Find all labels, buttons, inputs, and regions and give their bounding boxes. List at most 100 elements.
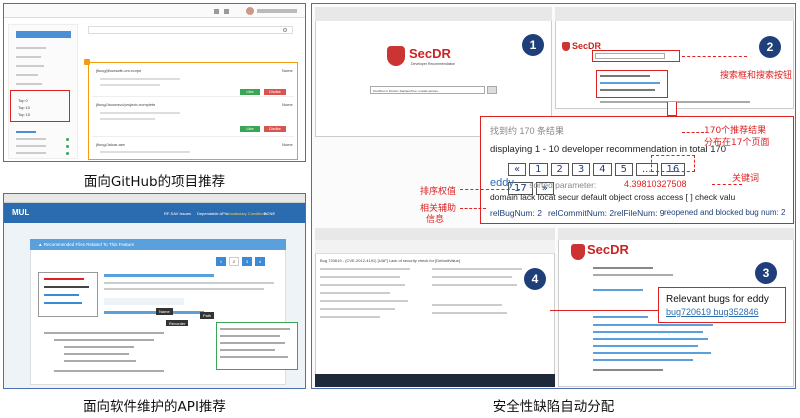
browser-chrome [315, 228, 555, 240]
page-prev[interactable]: « [508, 163, 527, 176]
annotation-keywords: 关键词 [732, 174, 760, 184]
banner: ▲ Recommended Files Related To This Feat… [30, 239, 286, 250]
tree-line [44, 278, 84, 280]
detail-line [220, 335, 280, 337]
project-card-title[interactable]: jfloog/jfloorsafe-om-norpe [96, 68, 141, 73]
sidebar-item-top15[interactable]: Top 15 [18, 112, 30, 117]
stat-rel-file: relFileNum: 9 [614, 208, 665, 218]
developer-name[interactable]: eddy [490, 177, 514, 189]
secdr-brand: SecDR [409, 46, 451, 61]
bug-field [432, 284, 517, 286]
annotation-arrow [460, 189, 520, 190]
nav-item[interactable]: RF-SAV Issues [164, 211, 191, 216]
caption-security: 安全性缺陷自动分配 [492, 399, 615, 415]
like-button[interactable]: Like [240, 126, 260, 132]
search-input-small[interactable] [595, 53, 665, 59]
project-card-tag: Nome [282, 142, 293, 147]
page-5[interactable]: 5 [614, 163, 633, 176]
link-line[interactable] [593, 359, 693, 361]
code-row [104, 288, 264, 290]
dislike-button[interactable]: Dislike [264, 126, 286, 132]
app-logo: MUL [12, 208, 30, 217]
avatar[interactable] [246, 7, 254, 15]
link-line[interactable] [593, 345, 698, 347]
relevant-bugs-box [658, 287, 786, 323]
annotation-arrow [460, 208, 486, 209]
stat-rel-commit: relCommitNum: 2 [548, 208, 615, 218]
detail-line [220, 356, 288, 358]
code-row[interactable] [104, 311, 204, 314]
project-card-title[interactable]: jfloog/Jalcar-aen [96, 142, 125, 147]
divider [92, 96, 294, 97]
secdr-panel: SecDR Developer Recommendation OneShot i… [311, 3, 796, 389]
code-row [104, 282, 274, 284]
bug-field [320, 308, 395, 310]
search-icon[interactable] [283, 28, 287, 32]
detail-line [220, 349, 275, 351]
code-row[interactable] [104, 274, 214, 277]
nav-item[interactable]: BCNE [264, 211, 275, 216]
dislike-button[interactable]: Dislike [264, 89, 286, 95]
sidebar-primary-button[interactable] [16, 31, 71, 38]
link-line[interactable] [593, 352, 711, 354]
link-line[interactable] [593, 316, 648, 318]
relevant-bugs-links[interactable]: bug720619 bug352846 [666, 307, 759, 317]
sidebar-item-top10[interactable]: Top 10 [18, 105, 30, 110]
page-button[interactable]: 2 [229, 257, 239, 266]
sorted-param-value: 4.39810327508 [624, 179, 687, 189]
nav-item[interactable]: Dependable APIs [197, 211, 228, 216]
step-1-badge: 1 [522, 34, 544, 56]
page-1[interactable]: 1 [529, 163, 548, 176]
code-row [104, 298, 184, 305]
annotation-arrow [682, 132, 704, 133]
project-card-title[interactable]: jfloog/Jsoonsvc/projectr-ecmplete [96, 102, 155, 107]
tree-line [44, 286, 89, 288]
code-line [44, 332, 164, 334]
page-3[interactable]: 3 [571, 163, 591, 176]
bug-title: Bug 720619 - (CVE-2012-4191) [UAF] Lack … [320, 258, 460, 263]
browser-chrome [555, 7, 794, 21]
page-4[interactable]: 4 [593, 163, 612, 176]
page-button[interactable]: 4 [255, 257, 265, 266]
dev-line [593, 289, 643, 291]
sorted-param-label: - sorted parameter: [524, 180, 597, 190]
detail-line [220, 342, 285, 344]
code-line [54, 339, 154, 341]
sidebar-line [16, 83, 42, 85]
bug-field [432, 304, 502, 306]
link-line[interactable] [593, 338, 708, 340]
search-bar[interactable] [88, 26, 293, 34]
like-button[interactable]: Like [240, 89, 260, 95]
result-line [600, 82, 660, 84]
sidebar-item-top0[interactable]: Top 0 [18, 98, 28, 103]
bug-field [320, 276, 400, 278]
sidebar-line [16, 56, 41, 58]
project-desc [100, 118, 155, 120]
link-line[interactable] [593, 324, 713, 326]
topbar-icon[interactable] [214, 9, 219, 14]
displaying-text: displaying 1 - 10 developer recommendati… [490, 144, 727, 155]
search-button[interactable] [487, 86, 497, 94]
relevant-bugs-title: Relevant bugs for eddy [666, 294, 769, 305]
bug-field [432, 312, 507, 314]
search-input[interactable]: OneShot in Firefox: ReplaceTree: unsafe … [370, 86, 485, 94]
page-button[interactable]: 3 [242, 257, 252, 266]
tree-line [44, 294, 79, 296]
annotation-ranking: 排序权值 [420, 187, 457, 197]
page-button[interactable]: 1 [216, 257, 226, 266]
caption-github: 面向GitHub的项目推荐 [83, 174, 226, 190]
code-line [64, 353, 129, 355]
bug-field [320, 300, 408, 302]
tooltip-name: Name [156, 308, 173, 315]
topbar-icon[interactable] [224, 9, 229, 14]
code-line [64, 346, 134, 348]
sidebar-line [16, 152, 46, 154]
link-line[interactable] [593, 331, 703, 333]
project-desc [100, 84, 160, 86]
page-2[interactable]: 2 [550, 163, 569, 176]
nav-item[interactable]: Vocabulary Conditions [227, 211, 267, 216]
orange-marker [84, 59, 90, 65]
detail-line [220, 328, 290, 330]
step-2-badge: 2 [759, 36, 781, 58]
step-3-badge: 3 [755, 262, 777, 284]
